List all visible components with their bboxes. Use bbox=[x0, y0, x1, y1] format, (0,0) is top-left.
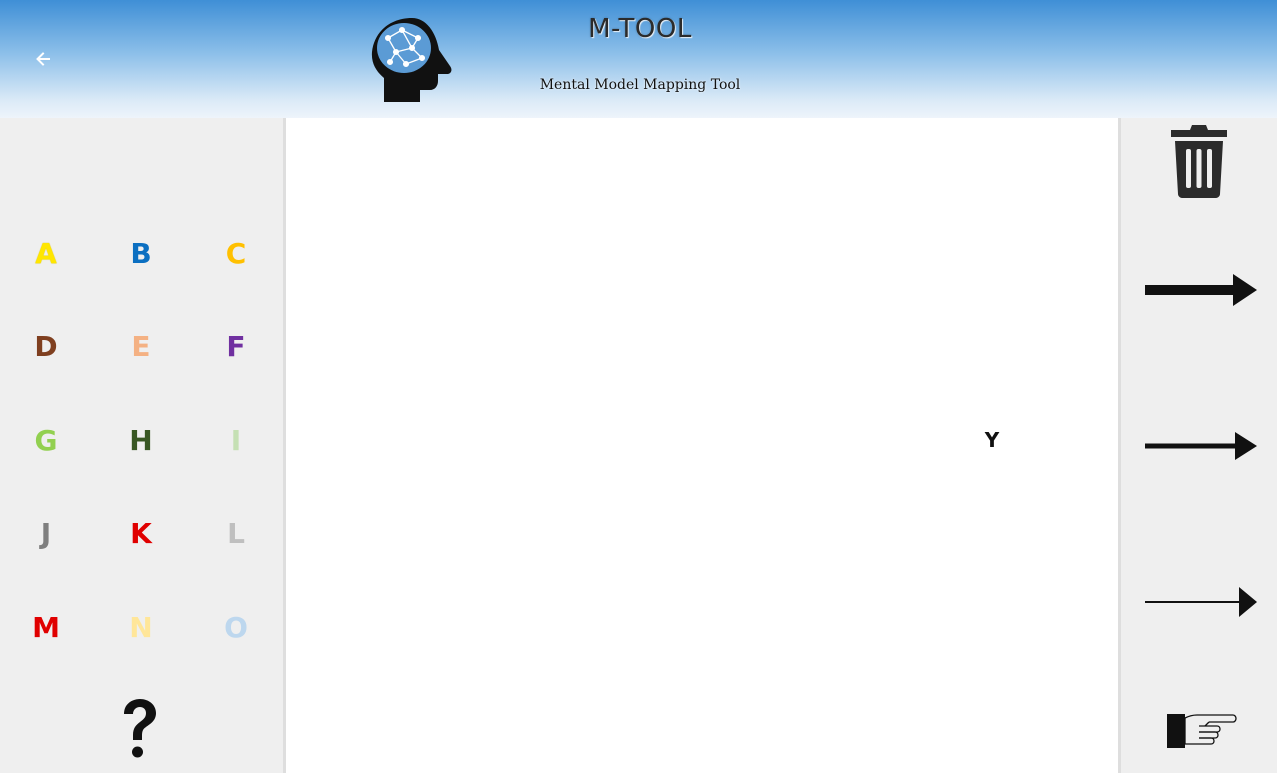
help-button[interactable] bbox=[110, 694, 170, 764]
trash-icon bbox=[1171, 125, 1227, 198]
arrow-thin-icon bbox=[1145, 587, 1257, 617]
app-subtitle: Mental Model Mapping Tool bbox=[539, 77, 741, 93]
arrow-thin-tool[interactable] bbox=[1143, 582, 1259, 622]
pointer-tool[interactable] bbox=[1165, 710, 1237, 754]
arrow-left-icon bbox=[36, 52, 50, 66]
palette-letter-i[interactable]: I bbox=[206, 421, 266, 461]
arrow-thick-tool[interactable] bbox=[1143, 270, 1259, 310]
palette-letter-l[interactable]: L bbox=[206, 514, 266, 554]
palette-letter-b[interactable]: B bbox=[111, 234, 171, 274]
palette-letter-d[interactable]: D bbox=[16, 327, 76, 367]
delete-button[interactable] bbox=[1165, 122, 1237, 198]
palette-letter-g[interactable]: G bbox=[16, 421, 76, 461]
back-button[interactable] bbox=[28, 44, 58, 74]
question-mark-icon bbox=[124, 699, 156, 758]
tools-panel bbox=[1118, 118, 1277, 773]
palette-letter-n[interactable]: N bbox=[111, 608, 171, 648]
arrow-thick-icon bbox=[1145, 274, 1257, 306]
arrow-medium-icon bbox=[1145, 432, 1257, 460]
palette-letter-o[interactable]: O bbox=[206, 608, 266, 648]
palette-letter-f[interactable]: F bbox=[206, 327, 266, 367]
mapping-canvas[interactable]: Y bbox=[286, 118, 1118, 773]
head-with-brain-network-icon bbox=[371, 18, 452, 102]
app-title: M-TOOL bbox=[588, 14, 692, 44]
palette-letter-h[interactable]: H bbox=[111, 421, 171, 461]
canvas-node[interactable]: Y bbox=[972, 422, 1012, 458]
palette-letter-k[interactable]: K bbox=[111, 514, 171, 554]
palette-letter-a[interactable]: A bbox=[16, 234, 76, 274]
app-header: M-TOOL Mental Model Mapping Tool bbox=[0, 0, 1277, 118]
palette-letter-e[interactable]: E bbox=[111, 327, 171, 367]
arrow-medium-tool[interactable] bbox=[1143, 426, 1259, 466]
pointing-hand-icon bbox=[1167, 714, 1237, 748]
palette-letter-c[interactable]: C bbox=[206, 234, 266, 274]
node-palette: A B C D E F G H I J K L M N O bbox=[0, 118, 286, 773]
palette-letter-m[interactable]: M bbox=[16, 608, 76, 648]
palette-letter-j[interactable]: J bbox=[16, 514, 76, 554]
